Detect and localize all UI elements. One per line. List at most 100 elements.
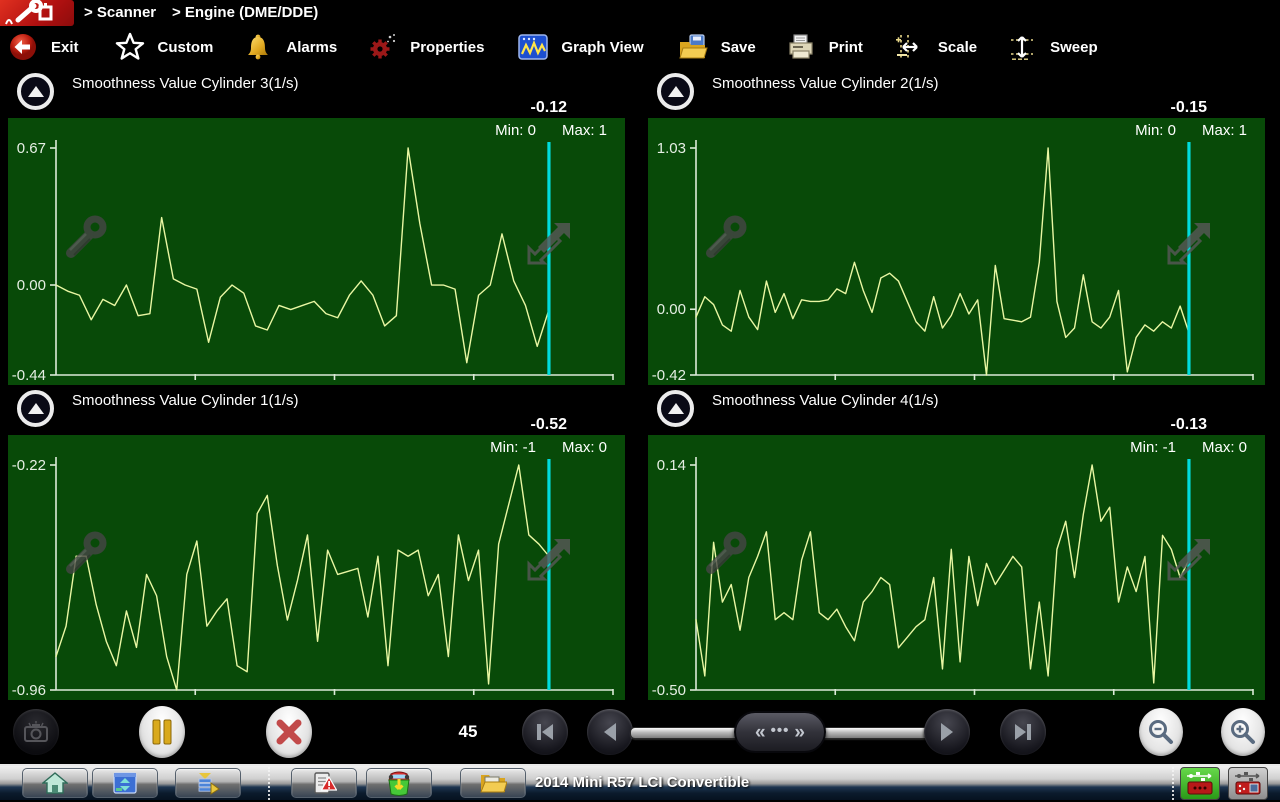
scan-module-connected-icon [1180, 767, 1220, 800]
wrench-icon [700, 530, 750, 585]
svg-text:-0.44: -0.44 [12, 367, 46, 384]
svg-text:-0.50: -0.50 [652, 682, 686, 699]
camera-icon [21, 717, 51, 747]
alarms-button[interactable]: Alarms [243, 28, 337, 66]
expand-graph-icon[interactable] [1164, 533, 1216, 590]
chart-header: Smoothness Value Cylinder 4(1/s) -0.13 [648, 385, 1265, 435]
exit-label: Exit [51, 39, 79, 56]
bell-icon [243, 32, 273, 62]
data-list-button[interactable] [175, 768, 241, 798]
chart-current-value: -0.13 [1171, 416, 1207, 434]
vehicle-icon [385, 770, 413, 796]
svg-text:-0.96: -0.96 [12, 682, 46, 699]
close-x-icon [274, 717, 304, 747]
magnifier-minus-icon [1147, 718, 1175, 746]
printer-icon [786, 32, 816, 62]
save-folder-icon [678, 32, 708, 62]
stacked-list-icon [195, 771, 221, 795]
waveform-plot[interactable]: Min: -1 Max: 0 0.14-0.50 [648, 435, 1265, 700]
chart-title: Smoothness Value Cylinder 3(1/s) [72, 75, 299, 92]
expand-graph-icon[interactable] [1164, 217, 1216, 274]
collapse-chart-button[interactable] [657, 390, 694, 427]
skip-to-start-button[interactable] [522, 709, 568, 755]
collapse-chart-button[interactable] [17, 73, 54, 110]
chart-panel-cylinder-1: Smoothness Value Cylinder 1(1/s) -0.52 M… [8, 385, 625, 700]
alerts-report-button[interactable] [291, 768, 357, 798]
waveform-plot[interactable]: Min: 0 Max: 1 1.030.00-0.42 [648, 118, 1265, 385]
graph-view-button[interactable]: Graph View [518, 28, 643, 66]
home-button[interactable] [22, 768, 88, 798]
scale-axis-icon [895, 32, 925, 62]
custom-button[interactable]: Custom [115, 28, 214, 66]
left-arrow-icon [598, 720, 622, 744]
device-status-icon [1228, 767, 1268, 800]
timeline-slider-handle[interactable]: « ••• » [734, 711, 826, 753]
scale-label: Scale [938, 39, 977, 56]
breadcrumb-engine[interactable]: > Engine (DME/DDE) [172, 0, 318, 26]
chart-panel-cylinder-4: Smoothness Value Cylinder 4(1/s) -0.13 M… [648, 385, 1265, 700]
waveform-plot[interactable]: Min: 0 Max: 1 0.670.00-0.44 [8, 118, 625, 385]
max-label: Max: 0 [562, 439, 607, 456]
collapse-chart-button[interactable] [657, 73, 694, 110]
max-label: Max: 1 [1202, 122, 1247, 139]
save-label: Save [721, 39, 756, 56]
saved-data-folder-button[interactable] [460, 768, 526, 798]
min-label: Min: 0 [495, 122, 536, 139]
sweep-button[interactable]: Sweep [1007, 28, 1098, 66]
step-back-button[interactable] [587, 709, 633, 755]
svg-text:-0.22: -0.22 [12, 457, 46, 474]
data-window-icon [112, 771, 138, 795]
right-arrow-icon [935, 720, 959, 744]
expand-graph-icon[interactable] [524, 533, 576, 590]
svg-text:1.03: 1.03 [657, 140, 686, 157]
up-triangle-icon [668, 86, 684, 97]
snapshot-button[interactable] [13, 709, 59, 755]
taskbar-separator [268, 767, 270, 800]
handle-left-chevrons: « [755, 723, 766, 742]
zoom-out-button[interactable] [1139, 708, 1183, 756]
print-label: Print [829, 39, 863, 56]
frame-number: 45 [440, 709, 496, 755]
svg-text:0.00: 0.00 [657, 301, 686, 318]
properties-button[interactable]: Properties [367, 28, 484, 66]
pause-icon [151, 719, 173, 745]
minmax-labels: Min: 0 Max: 1 [495, 122, 607, 139]
min-label: Min: -1 [490, 439, 536, 456]
chart-panel-cylinder-3: Smoothness Value Cylinder 3(1/s) -0.12 M… [8, 68, 625, 385]
step-forward-button[interactable] [924, 709, 970, 755]
alarms-label: Alarms [286, 39, 337, 56]
skip-to-end-button[interactable] [1000, 709, 1046, 755]
scale-button[interactable]: Scale [895, 28, 977, 66]
graph-view-label: Graph View [561, 39, 643, 56]
collapse-chart-button[interactable] [17, 390, 54, 427]
minmax-labels: Min: 0 Max: 1 [1135, 122, 1247, 139]
chart-panel-cylinder-2: Smoothness Value Cylinder 2(1/s) -0.15 M… [648, 68, 1265, 385]
vehicle-id-button[interactable] [366, 768, 432, 798]
max-label: Max: 0 [1202, 439, 1247, 456]
custom-label: Custom [158, 39, 214, 56]
chart-title: Smoothness Value Cylinder 4(1/s) [712, 392, 939, 409]
properties-label: Properties [410, 39, 484, 56]
chart-header: Smoothness Value Cylinder 1(1/s) -0.52 [8, 385, 625, 435]
scanner-data-button[interactable] [92, 768, 158, 798]
max-label: Max: 1 [562, 122, 607, 139]
waveform-plot[interactable]: Min: -1 Max: 0 -0.22 -0.96 [8, 435, 625, 700]
print-button[interactable]: Print [786, 28, 863, 66]
folder-image-icon [479, 771, 507, 795]
svg-text:0.14: 0.14 [657, 457, 686, 474]
svg-text:0.00: 0.00 [17, 277, 46, 294]
chart-current-value: -0.15 [1171, 99, 1207, 117]
wrench-icon [700, 214, 750, 269]
chart-title: Smoothness Value Cylinder 2(1/s) [712, 75, 939, 92]
up-triangle-icon [28, 86, 44, 97]
minmax-labels: Min: -1 Max: 0 [490, 439, 607, 456]
save-button[interactable]: Save [678, 28, 756, 66]
sweep-axis-icon [1007, 32, 1037, 62]
breadcrumb-scanner[interactable]: > Scanner [84, 0, 156, 26]
expand-graph-icon[interactable] [524, 217, 576, 274]
exit-button[interactable]: Exit [8, 28, 79, 66]
stop-button[interactable] [266, 706, 312, 758]
zoom-in-button[interactable] [1221, 708, 1265, 756]
handle-dots: ••• [771, 723, 790, 738]
pause-button[interactable] [139, 706, 185, 758]
